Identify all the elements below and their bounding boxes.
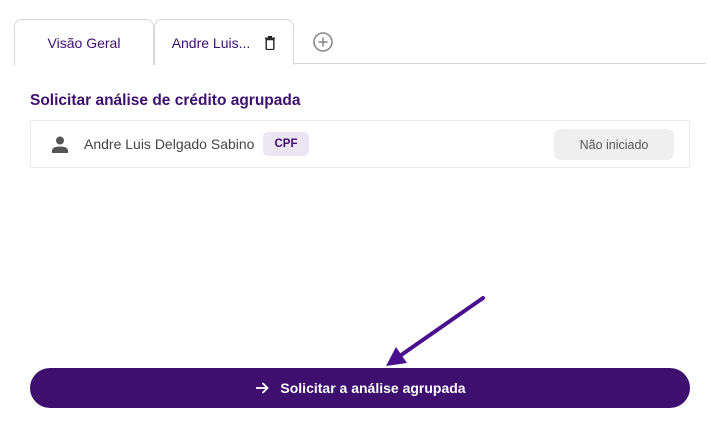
tabs-divider [293, 63, 706, 64]
tabs-bar: Visão Geral Andre Luis... [0, 0, 711, 65]
tab-andre-luis[interactable]: Andre Luis... [154, 19, 294, 65]
trash-icon[interactable] [264, 35, 276, 50]
person-name: Andre Luis Delgado Sabino [84, 136, 255, 152]
tab-label: Visão Geral [47, 34, 121, 51]
submit-button-label: Solicitar a análise agrupada [280, 380, 466, 396]
status-badge: Não iniciado [554, 129, 674, 160]
section-title: Solicitar análise de crédito agrupada [30, 92, 301, 109]
person-row: Andre Luis Delgado Sabino CPF Não inicia… [30, 120, 690, 168]
person-icon [50, 135, 70, 155]
document-type-badge: CPF [263, 132, 309, 156]
submit-grouped-analysis-button[interactable]: Solicitar a análise agrupada [30, 368, 690, 408]
arrow-right-icon [254, 380, 270, 396]
tab-label: Andre Luis... [171, 34, 251, 51]
annotation-arrow [386, 296, 485, 366]
tab-visao-geral[interactable]: Visão Geral [14, 19, 154, 65]
plus-circle-icon[interactable] [312, 31, 334, 53]
